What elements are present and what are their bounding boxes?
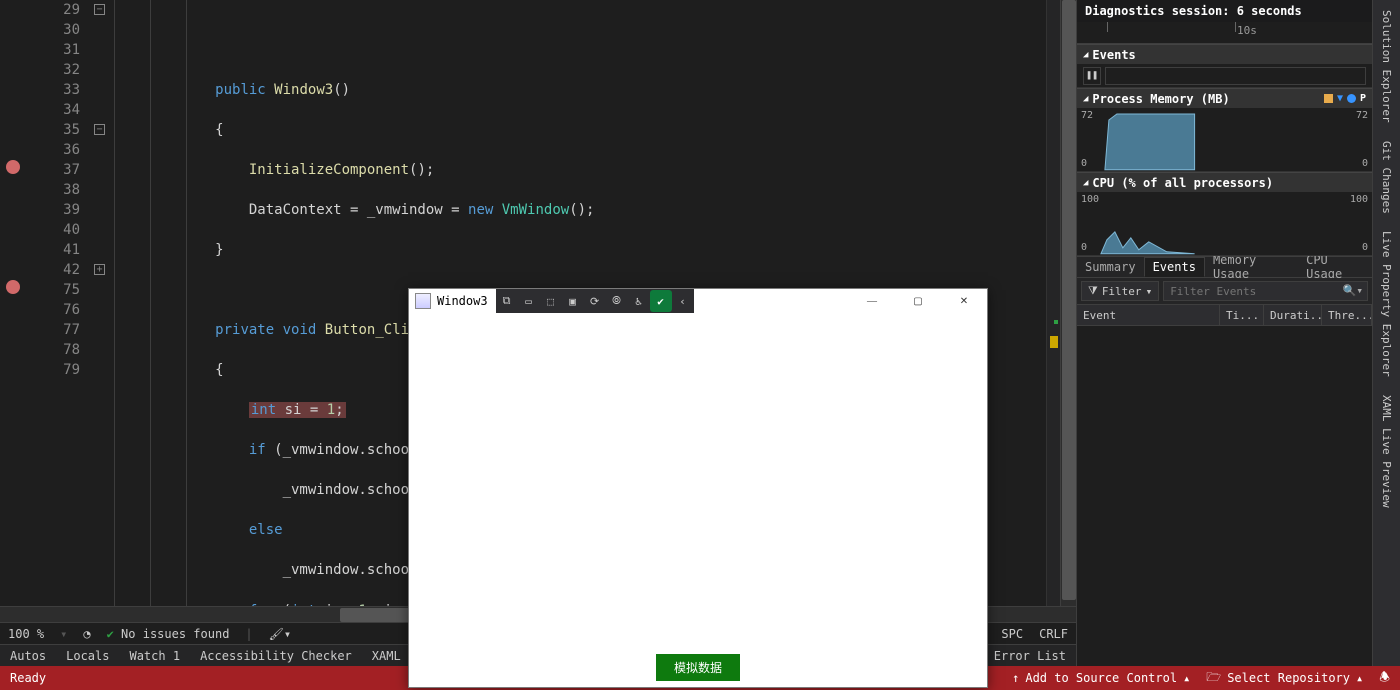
process-memory-header[interactable]: ◢Process Memory (MB) ▼P [1077, 88, 1372, 108]
collapse-toolbar-icon[interactable]: ‹ [672, 290, 694, 312]
error-lens-icon[interactable]: ◔ [83, 627, 90, 641]
debug-app-window[interactable]: Window3 ⧉ ▭ ⬚ ▣ ⟳ ⦾ ♿ ✔ ‹ — ▢ ✕ 模拟数据 [408, 288, 988, 688]
tab-summary[interactable]: Summary [1077, 257, 1144, 277]
tab-memory-usage[interactable]: Memory Usage [1205, 257, 1298, 277]
fold-gutter[interactable]: − − + [90, 0, 114, 606]
col-duration: Durati... [1264, 305, 1322, 325]
indent-mode[interactable]: SPC [1001, 627, 1023, 641]
fold-toggle[interactable]: + [94, 264, 105, 275]
scan-icon[interactable]: ⦾ [606, 290, 628, 312]
col-event: Event [1077, 305, 1220, 325]
events-grid-header[interactable]: Event Ti... Durati... Thre... [1077, 304, 1372, 326]
zoom-dropdown-icon[interactable]: ▾ [60, 627, 67, 641]
tab-accessibility-checker[interactable]: Accessibility Checker [190, 645, 362, 667]
track-focused-icon[interactable]: ▣ [562, 290, 584, 312]
rail-xaml-live-preview[interactable]: XAML Live Preview [1378, 389, 1395, 514]
app-icon [415, 293, 431, 309]
fold-toggle[interactable]: − [94, 4, 105, 15]
tab-events[interactable]: Events [1144, 257, 1205, 277]
tab-autos[interactable]: Autos [0, 645, 56, 667]
private-bytes-icon [1347, 94, 1356, 103]
diagnostics-timeline[interactable]: 10s [1077, 22, 1372, 44]
maximize-button[interactable]: ▢ [895, 289, 941, 313]
events-track [1105, 67, 1366, 85]
rail-git-changes[interactable]: Git Changes [1378, 135, 1395, 220]
events-grid-body [1077, 326, 1372, 666]
fold-toggle[interactable]: − [94, 124, 105, 135]
toolbar-toggle-icon[interactable]: ✔ [650, 290, 672, 312]
vertical-scrollbar[interactable] [1060, 0, 1076, 606]
hot-reload-icon[interactable]: ⟳ [584, 290, 606, 312]
breakpoint-dot[interactable] [6, 280, 20, 294]
filter-events-input[interactable] [1164, 282, 1367, 300]
add-to-source-control[interactable]: ↑Add to Source Control▴ [1012, 671, 1190, 685]
debug-window-titlebar[interactable]: Window3 ⧉ ▭ ⬚ ▣ ⟳ ⦾ ♿ ✔ ‹ — ▢ ✕ [409, 289, 987, 313]
funnel-icon: ⧩ [1088, 284, 1098, 298]
display-layout-icon[interactable]: ⬚ [540, 290, 562, 312]
rail-solution-explorer[interactable]: Solution Explorer [1378, 4, 1395, 129]
filter-dropdown-button[interactable]: ⧩Filter▾ [1081, 281, 1159, 301]
gc-marker-icon [1324, 94, 1333, 103]
live-visual-tree-icon[interactable]: ⧉ [496, 290, 518, 312]
accessibility-icon[interactable]: ♿ [628, 290, 650, 312]
diagnostics-header: Diagnostics session: 6 seconds [1077, 0, 1372, 22]
zoom-level[interactable]: 100 % [8, 627, 44, 641]
diagnostics-tabs: Summary Events Memory Usage CPU Usage [1077, 256, 1372, 278]
pause-button[interactable]: ❚❚ [1083, 67, 1101, 85]
tab-locals[interactable]: Locals [56, 645, 119, 667]
events-section-header[interactable]: ◢Events [1077, 44, 1372, 64]
col-time: Ti... [1220, 305, 1264, 325]
line-ending[interactable]: CRLF [1039, 627, 1068, 641]
process-memory-chart[interactable]: 72 0 72 0 [1077, 108, 1372, 172]
minimize-button[interactable]: — [849, 289, 895, 313]
code-minimap[interactable] [1046, 0, 1060, 606]
line-number-gutter: 29303132333435363738394041427576777879 [34, 0, 90, 606]
close-button[interactable]: ✕ [941, 289, 987, 313]
repo-icon: 🗁 [1206, 668, 1221, 689]
upload-icon: ↑ [1012, 671, 1019, 685]
diagnostics-panel: Diagnostics session: 6 seconds 10s ◢Even… [1076, 0, 1372, 666]
breakpoint-dot[interactable] [6, 160, 20, 174]
cpu-chart[interactable]: 100 0 100 0 [1077, 192, 1372, 256]
brush-icon[interactable]: 🖌▾ [269, 627, 291, 641]
status-ready: Ready [10, 671, 46, 685]
notifications-icon[interactable]: 🕭 [1379, 668, 1390, 689]
window-title: Window3 [437, 294, 488, 308]
select-repository[interactable]: 🗁Select Repository▴ [1206, 668, 1363, 689]
right-rail: Solution Explorer Git Changes Live Prope… [1372, 0, 1400, 666]
simulate-data-button[interactable]: 模拟数据 [656, 654, 740, 681]
issues-status[interactable]: No issues found [107, 627, 230, 641]
xaml-debug-toolbar: ⧉ ▭ ⬚ ▣ ⟳ ⦾ ♿ ✔ ‹ [496, 289, 694, 313]
col-thread: Thre... [1322, 305, 1372, 325]
select-element-icon[interactable]: ▭ [518, 290, 540, 312]
cpu-header[interactable]: ◢CPU (% of all processors) [1077, 172, 1372, 192]
tab-watch1[interactable]: Watch 1 [119, 645, 190, 667]
tab-error-list[interactable]: Error List [984, 645, 1076, 667]
tab-cpu-usage[interactable]: CPU Usage [1298, 257, 1372, 277]
breakpoint-gutter[interactable] [0, 0, 34, 606]
search-icon[interactable]: 🔍▾ [1343, 284, 1363, 297]
rail-live-property-explorer[interactable]: Live Property Explorer [1378, 225, 1395, 383]
debug-window-client[interactable] [409, 313, 987, 647]
